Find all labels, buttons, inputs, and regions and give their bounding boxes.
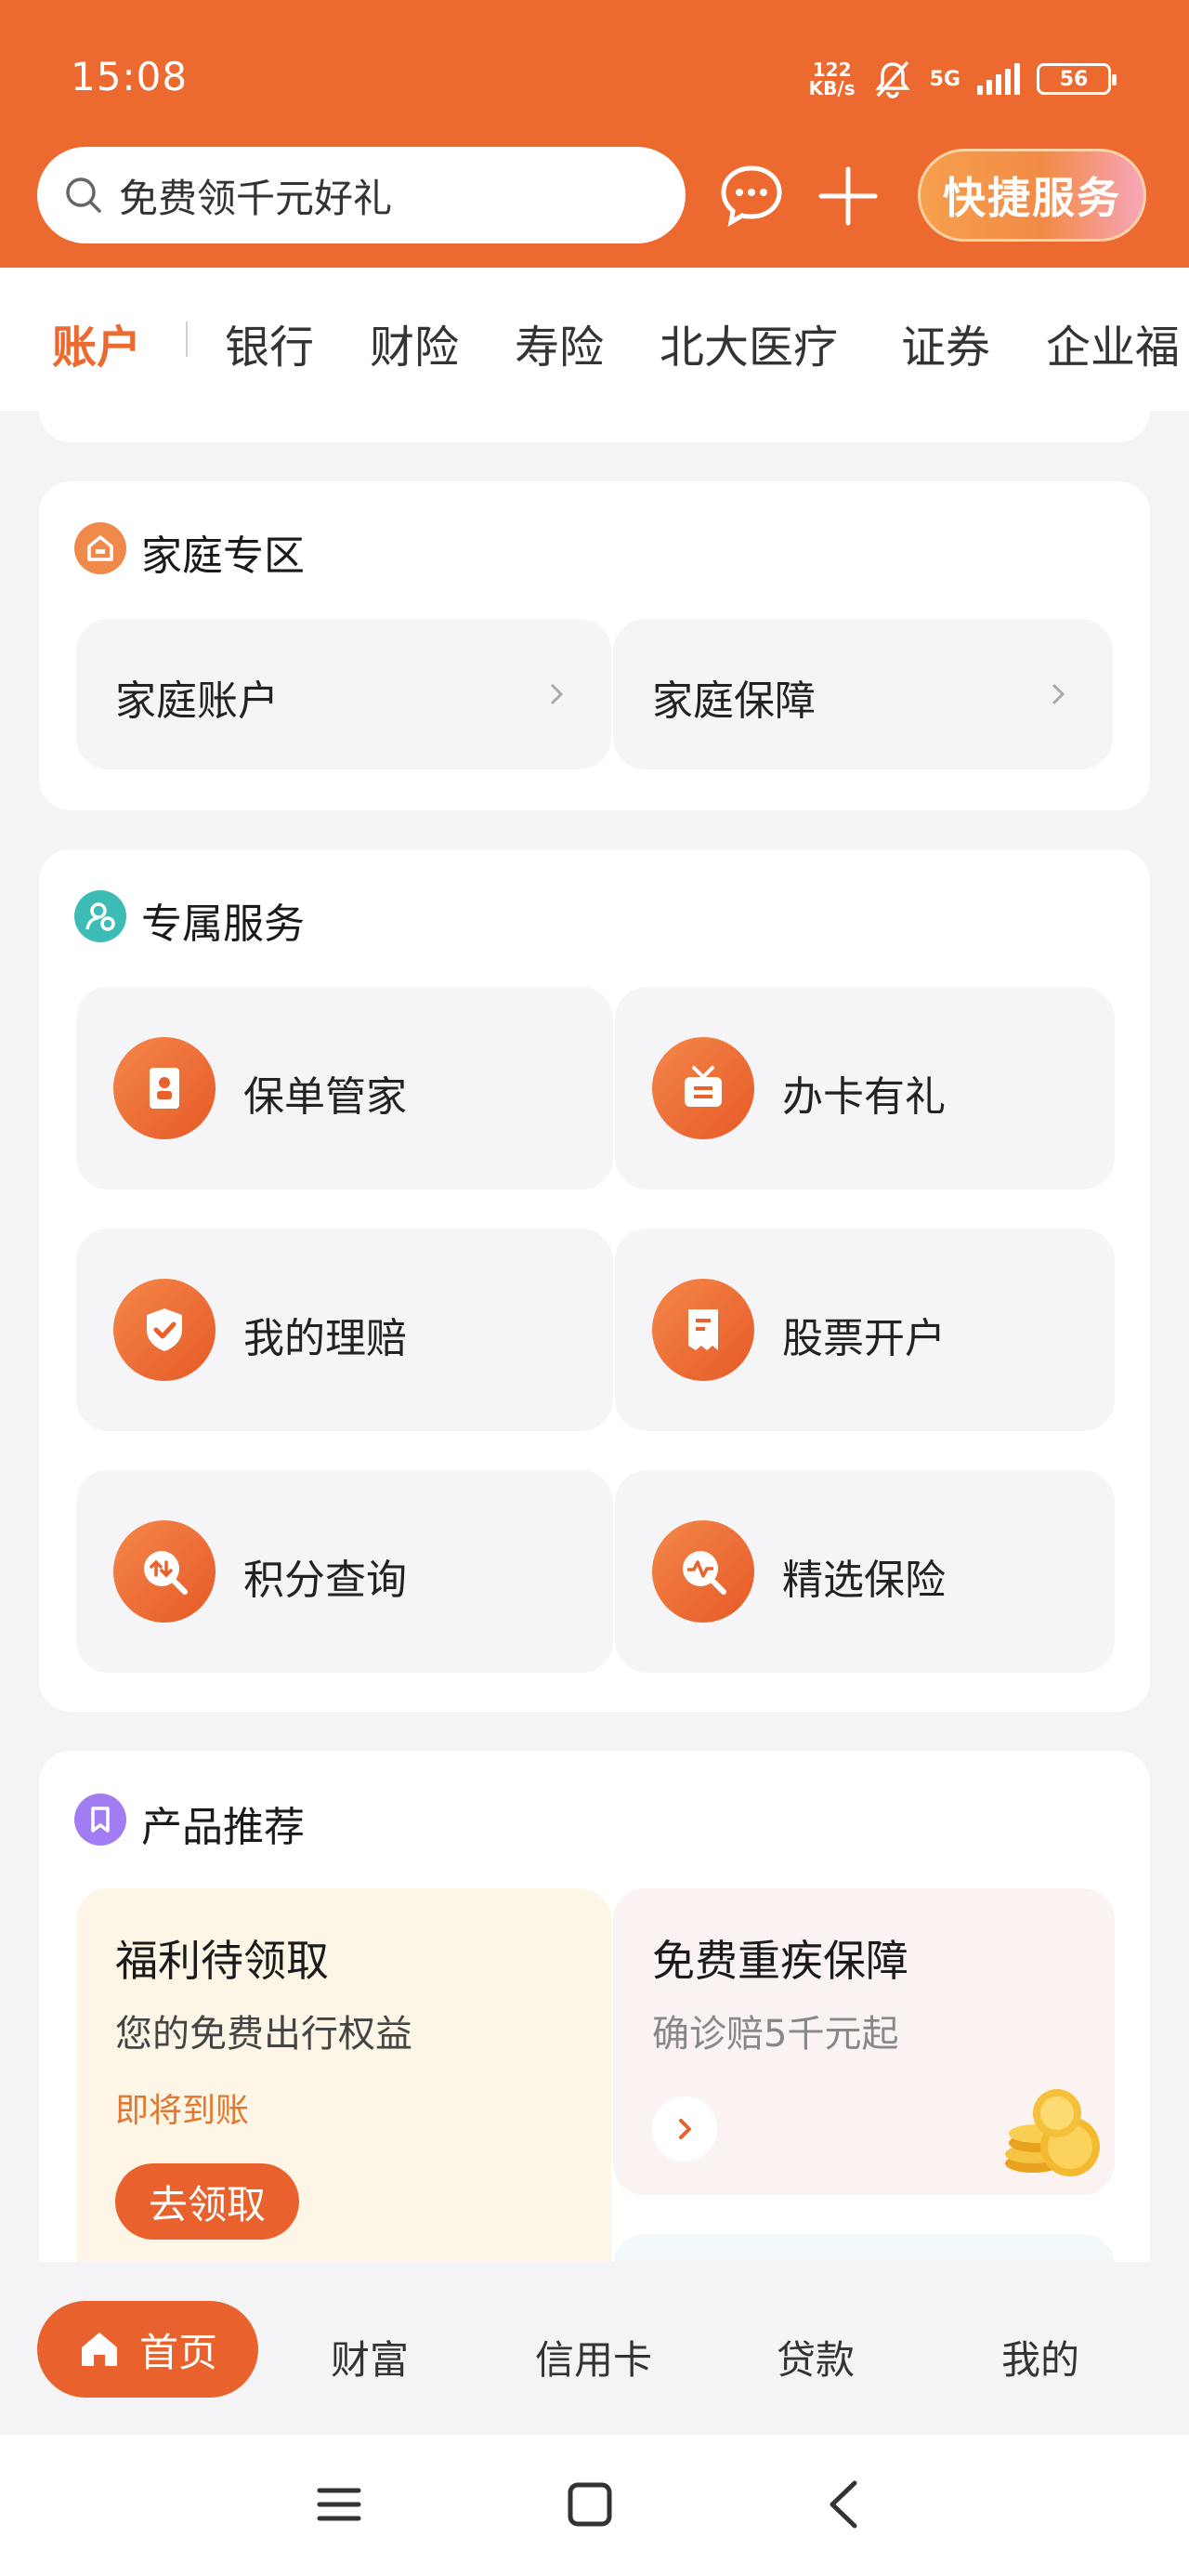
app-header: 15:08 122 KB/s 5G 56 免费领千元好礼 快捷服务 xyxy=(0,0,1189,268)
service-label: 办卡有礼 xyxy=(782,1073,946,1121)
message-icon[interactable] xyxy=(719,164,784,229)
receipt-icon xyxy=(652,1279,754,1381)
previous-card-bottom xyxy=(39,390,1150,442)
critical-illness-promo-card[interactable]: 免费重疾保障 确诊赔5千元起 xyxy=(613,1888,1115,2195)
category-tabs: 账户 银行 财险 寿险 北大医疗 证券 企业福 xyxy=(0,268,1189,411)
critical-illness-subtitle: 确诊赔5千元起 xyxy=(652,2013,899,2056)
pulse-search-icon xyxy=(652,1520,754,1623)
status-time: 15:08 xyxy=(71,54,189,99)
service-label: 精选保险 xyxy=(782,1557,946,1604)
chevron-right-icon xyxy=(1052,683,1065,705)
family-protection-label: 家庭保障 xyxy=(652,677,816,725)
mute-bell-icon xyxy=(874,60,910,99)
signal-icon xyxy=(977,63,1020,95)
nav-loans[interactable]: 贷款 xyxy=(777,2329,855,2385)
search-icon xyxy=(66,177,101,213)
tab-property-insurance[interactable]: 财险 xyxy=(370,310,459,375)
search-placeholder: 免费领千元好礼 xyxy=(119,175,393,221)
product-recommend-title: 产品推荐 xyxy=(141,1804,305,1851)
welfare-note: 即将到账 xyxy=(115,2092,250,2130)
home-icon xyxy=(74,522,126,574)
network-speed-unit: KB/s xyxy=(808,77,856,99)
family-account-label: 家庭账户 xyxy=(115,677,279,725)
tab-account[interactable]: 账户 xyxy=(52,310,141,375)
go-arrow-button[interactable] xyxy=(652,2096,717,2162)
nav-credit-card[interactable]: 信用卡 xyxy=(535,2329,652,2385)
status-indicators: 122 KB/s 5G 56 xyxy=(809,56,1117,102)
family-account-tile[interactable]: 家庭账户 xyxy=(76,619,611,769)
service-stock-account[interactable]: 股票开户 xyxy=(615,1229,1115,1431)
chevron-right-icon xyxy=(550,683,564,705)
tab-pku-medical[interactable]: 北大医疗 xyxy=(660,310,838,375)
welfare-subtitle: 您的免费出行权益 xyxy=(115,2013,412,2056)
tab-life-insurance[interactable]: 寿险 xyxy=(515,310,604,375)
service-label: 保单管家 xyxy=(243,1073,407,1121)
network-speed: 122 KB/s xyxy=(809,60,856,98)
tab-divider xyxy=(186,322,188,357)
exclusive-services-card: 专属服务 保单管家 办卡有礼 我的理赔 股票开户 积分查询 精选保险 xyxy=(39,849,1150,1712)
bookmark-icon xyxy=(74,1794,126,1846)
nav-mine[interactable]: 我的 xyxy=(1001,2329,1079,2385)
policy-icon xyxy=(113,1037,216,1139)
service-my-claims[interactable]: 我的理赔 xyxy=(76,1229,613,1431)
tab-securities[interactable]: 证券 xyxy=(901,310,990,375)
back-icon[interactable] xyxy=(821,2479,868,2530)
exclusive-services-title: 专属服务 xyxy=(141,900,305,948)
service-label: 股票开户 xyxy=(782,1315,946,1362)
home-icon xyxy=(81,2333,117,2366)
menu-icon[interactable] xyxy=(316,2481,362,2528)
family-protection-tile[interactable]: 家庭保障 xyxy=(613,619,1113,769)
chevron-right-icon xyxy=(679,2119,691,2139)
nav-home[interactable]: 首页 xyxy=(37,2301,258,2398)
nav-home-label: 首页 xyxy=(138,2329,217,2375)
battery-icon: 56 xyxy=(1037,63,1117,95)
status-bar: 15:08 122 KB/s 5G 56 xyxy=(0,0,1189,139)
family-zone-card: 家庭专区 家庭账户 家庭保障 xyxy=(39,481,1150,810)
shield-check-icon xyxy=(113,1279,216,1381)
welfare-title: 福利待领取 xyxy=(115,1936,329,1986)
bottom-navigation: 首页 财富 信用卡 贷款 我的 xyxy=(0,2262,1189,2435)
service-policy-manager[interactable]: 保单管家 xyxy=(76,987,613,1189)
family-zone-title: 家庭专区 xyxy=(141,532,305,580)
tab-bank[interactable]: 银行 xyxy=(225,310,314,375)
service-points-query[interactable]: 积分查询 xyxy=(76,1470,613,1673)
service-label: 我的理赔 xyxy=(243,1315,407,1362)
service-card-gift[interactable]: 办卡有礼 xyxy=(615,987,1115,1189)
nav-wealth[interactable]: 财富 xyxy=(331,2329,409,2385)
system-navigation-bar xyxy=(0,2435,1189,2576)
home-square-icon[interactable] xyxy=(567,2481,613,2528)
critical-illness-title: 免费重疾保障 xyxy=(652,1936,908,1986)
quick-service-button[interactable]: 快捷服务 xyxy=(918,149,1146,242)
service-label: 积分查询 xyxy=(243,1557,407,1604)
claim-button[interactable]: 去领取 xyxy=(115,2163,299,2240)
gold-coins-icon xyxy=(1005,2089,1100,2176)
battery-level: 56 xyxy=(1059,67,1089,91)
tab-enterprise-welfare[interactable]: 企业福 xyxy=(1046,310,1180,375)
add-icon[interactable] xyxy=(817,165,879,227)
search-input[interactable]: 免费领千元好礼 xyxy=(37,147,686,243)
network-speed-value: 122 xyxy=(812,59,852,81)
service-person-icon xyxy=(74,890,126,942)
gift-card-icon xyxy=(652,1037,754,1139)
service-selected-insurance[interactable]: 精选保险 xyxy=(615,1470,1115,1673)
points-search-icon xyxy=(113,1520,216,1623)
product-recommend-card: 产品推荐 福利待领取 您的免费出行权益 即将到账 去领取 免费重疾保障 确诊赔5… xyxy=(39,1751,1150,2346)
network-type: 5G xyxy=(929,67,960,91)
